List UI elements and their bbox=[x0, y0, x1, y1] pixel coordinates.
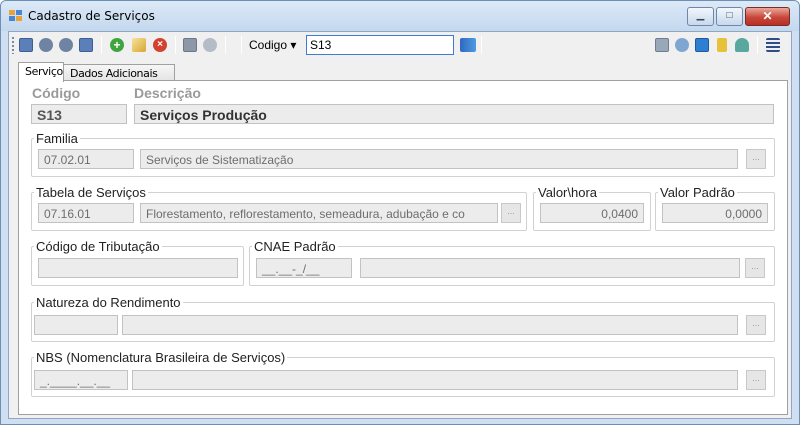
next-record-icon[interactable] bbox=[59, 38, 73, 52]
client-area: + × Codigo ▾ S13 Serviço Dados Adicionai… bbox=[8, 31, 792, 419]
tabela-servicos-label: Tabela de Serviços bbox=[34, 185, 148, 200]
first-record-icon[interactable] bbox=[19, 38, 33, 52]
tributacao-group: Código de Tributação bbox=[31, 239, 244, 286]
natureza-description-field[interactable] bbox=[122, 315, 738, 335]
tab-servico[interactable]: Serviço bbox=[18, 62, 64, 82]
codigo-selector[interactable]: Codigo ▾ bbox=[249, 38, 296, 52]
codigo-field[interactable]: S13 bbox=[31, 104, 127, 124]
natureza-group: Natureza do Rendimento ... bbox=[31, 295, 775, 342]
tab-strip: Serviço Dados Adicionais bbox=[18, 62, 788, 82]
search-go-icon[interactable] bbox=[460, 38, 476, 52]
tabela-description-field[interactable]: Florestamento, reflorestamento, semeadur… bbox=[140, 203, 498, 223]
codigo-header: Código bbox=[32, 85, 81, 101]
maximize-button[interactable]: □ bbox=[716, 7, 743, 26]
codigo-search-input[interactable]: S13 bbox=[306, 35, 454, 55]
user-icon[interactable] bbox=[735, 38, 749, 52]
edit-icon[interactable] bbox=[132, 38, 146, 52]
toolbar-separator bbox=[241, 36, 242, 54]
title-bar[interactable]: Cadastro de Serviços ▁ □ ✕ bbox=[1, 1, 799, 31]
menu-icon[interactable] bbox=[766, 38, 780, 52]
cnae-code-field[interactable]: __.__-_/__ bbox=[256, 258, 352, 278]
servico-tab-page: Código Descrição S13 Serviços Produção F… bbox=[18, 80, 788, 415]
close-button[interactable]: ✕ bbox=[745, 7, 790, 26]
tabela-lookup-button[interactable]: ... bbox=[501, 203, 521, 223]
app-icon bbox=[9, 10, 23, 22]
cnae-label: CNAE Padrão bbox=[252, 239, 338, 254]
nbs-description-field[interactable] bbox=[132, 370, 738, 390]
window-title: Cadastro de Serviços bbox=[28, 9, 155, 23]
familia-code-field[interactable]: 07.02.01 bbox=[38, 149, 134, 169]
refresh-icon[interactable] bbox=[695, 38, 709, 52]
tributacao-field[interactable] bbox=[38, 258, 238, 278]
minimize-button[interactable]: ▁ bbox=[687, 7, 714, 26]
toolbar-separator bbox=[175, 36, 176, 54]
familia-group: Familia 07.02.01 Serviços de Sistematiza… bbox=[31, 131, 775, 177]
familia-lookup-button[interactable]: ... bbox=[746, 149, 766, 169]
tab-dados-adicionais[interactable]: Dados Adicionais bbox=[63, 64, 175, 81]
filter-icon[interactable] bbox=[675, 38, 689, 52]
natureza-label: Natureza do Rendimento bbox=[34, 295, 183, 310]
cnae-lookup-button[interactable]: ... bbox=[745, 258, 765, 278]
toolbar-separator bbox=[225, 36, 226, 54]
main-window: Cadastro de Serviços ▁ □ ✕ + × Codigo ▾ … bbox=[0, 0, 800, 425]
delete-icon[interactable]: × bbox=[153, 38, 167, 52]
toolbar-separator bbox=[757, 36, 758, 54]
nbs-code-field[interactable]: _.____.__.__ bbox=[34, 370, 128, 390]
valor-padrao-group: Valor Padrão 0,0000 bbox=[655, 185, 775, 231]
export-icon[interactable] bbox=[717, 38, 727, 52]
toolbar: + × Codigo ▾ S13 bbox=[9, 32, 791, 58]
add-icon[interactable]: + bbox=[110, 38, 124, 52]
valor-padrao-label: Valor Padrão bbox=[658, 185, 737, 200]
descricao-field[interactable]: Serviços Produção bbox=[134, 104, 774, 124]
nbs-group: NBS (Nomenclatura Brasileira de Serviços… bbox=[31, 350, 775, 397]
nbs-label: NBS (Nomenclatura Brasileira de Serviços… bbox=[34, 350, 288, 365]
toolbar-separator bbox=[481, 36, 482, 54]
tabela-servicos-group: Tabela de Serviços 07.16.01 Florestament… bbox=[31, 185, 527, 231]
cnae-description-field[interactable] bbox=[360, 258, 740, 278]
tributacao-label: Código de Tributação bbox=[34, 239, 162, 254]
valor-hora-field[interactable]: 0,0400 bbox=[540, 203, 644, 223]
print-icon[interactable] bbox=[655, 38, 669, 52]
natureza-lookup-button[interactable]: ... bbox=[746, 315, 766, 335]
toolbar-separator bbox=[101, 36, 102, 54]
toolbar-grip[interactable] bbox=[12, 37, 14, 54]
familia-description-field[interactable]: Serviços de Sistematização bbox=[140, 149, 738, 169]
previous-record-icon[interactable] bbox=[39, 38, 53, 52]
nbs-lookup-button[interactable]: ... bbox=[746, 370, 766, 390]
tabela-code-field[interactable]: 07.16.01 bbox=[38, 203, 134, 223]
cnae-group: CNAE Padrão __.__-_/__ ... bbox=[249, 239, 775, 286]
valor-hora-group: Valor\hora 0,0400 bbox=[533, 185, 651, 231]
descricao-header: Descrição bbox=[134, 85, 201, 101]
natureza-code-field[interactable] bbox=[34, 315, 118, 335]
valor-padrao-field[interactable]: 0,0000 bbox=[662, 203, 768, 223]
valor-hora-label: Valor\hora bbox=[536, 185, 600, 200]
undo-icon[interactable] bbox=[203, 38, 217, 52]
familia-label: Familia bbox=[34, 131, 80, 146]
save-icon[interactable] bbox=[183, 38, 197, 52]
last-record-icon[interactable] bbox=[79, 38, 93, 52]
